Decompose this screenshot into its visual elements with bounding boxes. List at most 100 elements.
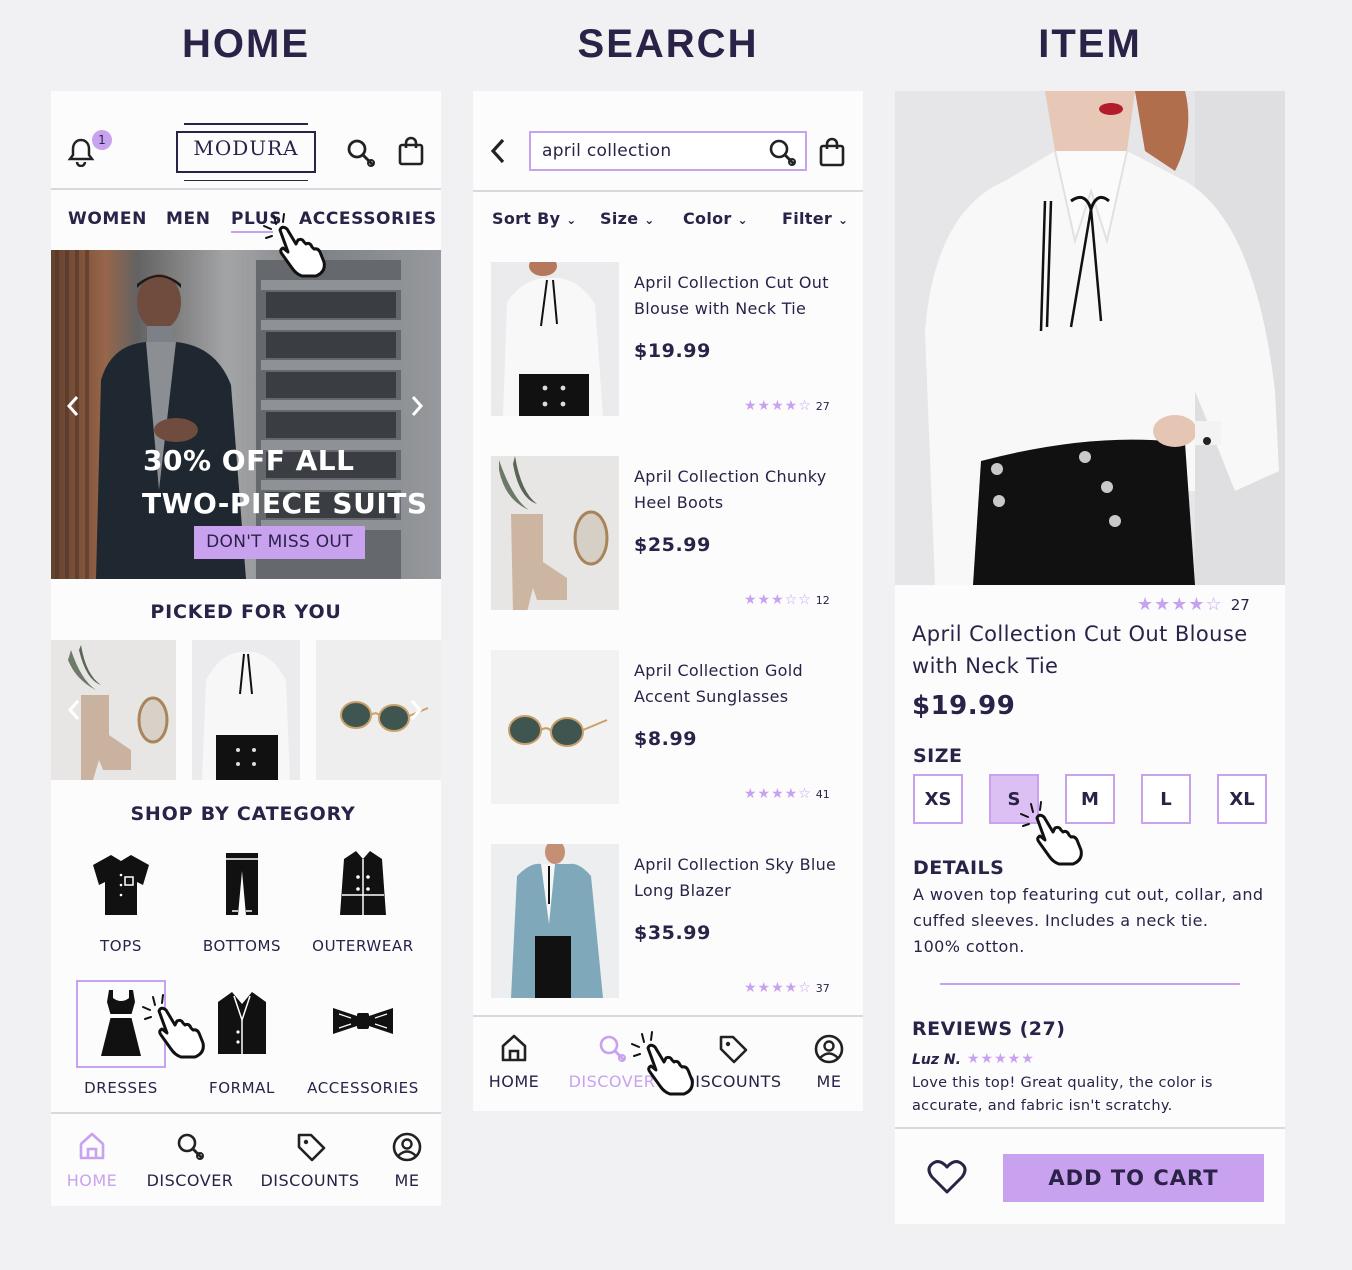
search-heading: SEARCH [577, 22, 759, 66]
dress-icon [101, 990, 141, 1056]
item-footer-divider [895, 1127, 1285, 1129]
tab-women[interactable]: WOMEN [68, 209, 147, 229]
notification-badge: 1 [92, 130, 112, 150]
result-item[interactable]: April Collection Cut Out Blouse with Nec… [473, 261, 863, 431]
color-dropdown[interactable]: Color ⌄ [683, 209, 748, 228]
shopping-bag-icon[interactable] [398, 136, 424, 166]
category-bottoms-label: BOTTOMS [202, 937, 282, 955]
result-title: April Collection Chunky Heel Boots [634, 467, 827, 512]
result-item[interactable]: April Collection Sky Blue Long Blazer $3… [473, 843, 863, 1013]
home-icon [79, 1132, 105, 1160]
add-to-cart-button[interactable]: ADD TO CART [1003, 1154, 1264, 1202]
bell-icon[interactable] [67, 137, 95, 167]
banner-cta-button[interactable]: DON'T MISS OUT [194, 526, 365, 559]
modura-logo[interactable]: MODURA [176, 121, 316, 183]
review-text-line-2: accurate, and fabric isn't scratchy. [912, 1098, 1173, 1114]
category-accessories[interactable]: ACCESSORIES [303, 980, 423, 1100]
category-tops[interactable]: TOPS [61, 847, 181, 967]
picked-item-blouse[interactable] [192, 640, 300, 780]
blazer-icon [218, 992, 266, 1054]
search-icon[interactable] [767, 137, 799, 169]
banner-prev-arrow[interactable] [65, 394, 81, 422]
nav-discounts[interactable]: DISCOUNTS [257, 1127, 363, 1197]
search-input[interactable]: april collection [542, 141, 671, 161]
size-dropdown[interactable]: Size ⌄ [600, 209, 655, 228]
coat-icon [340, 851, 386, 915]
shopping-bag-icon[interactable] [819, 137, 845, 167]
result-review-count: 37 [815, 982, 830, 995]
chevron-down-icon: ⌄ [644, 213, 655, 227]
nav-me-label: ME [816, 1072, 842, 1091]
banner-next-arrow[interactable] [409, 394, 425, 422]
result-rating: ★★★★☆ 37 [744, 980, 830, 996]
shop-by-category-title: SHOP BY CATEGORY [130, 803, 356, 825]
result-title: April Collection Cut Out Blouse with Nec… [634, 273, 829, 318]
item-review-count: 27 [1230, 596, 1250, 614]
result-rating: ★★★☆☆ 12 [744, 592, 830, 608]
review-author: Luz N. [912, 1052, 961, 1068]
picked-for-you-title: PICKED FOR YOU [150, 601, 342, 623]
color-label: Color [683, 209, 732, 228]
promo-banner[interactable]: 30% OFF ALL TWO-PIECE SUITS DON'T MISS O… [51, 250, 441, 579]
category-bottoms[interactable]: BOTTOMS [182, 847, 302, 967]
chevron-down-icon: ⌄ [566, 213, 577, 227]
nav-discounts-label: DISCOUNTS [260, 1171, 360, 1190]
profile-icon [392, 1132, 422, 1162]
nav-home-label: HOME [488, 1072, 540, 1091]
size-label: SIZE [913, 745, 963, 767]
home-screen: 1 MODURA WOMEN MEN PLUS ACCESSORIES 30% … [51, 91, 441, 1206]
search-icon[interactable] [345, 137, 377, 169]
result-item[interactable]: April Collection Gold Accent Sunglasses … [473, 649, 863, 819]
category-formal-label: FORMAL [208, 1079, 276, 1097]
wishlist-heart-icon[interactable] [927, 1159, 967, 1199]
nav-home-label: HOME [66, 1171, 118, 1190]
picked-prev-arrow[interactable] [67, 699, 81, 725]
size-label: Size [600, 209, 639, 228]
category-dresses-label: DRESSES [84, 1079, 158, 1097]
category-accessories-label: ACCESSORIES [307, 1079, 419, 1097]
home-heading: HOME [182, 22, 310, 66]
tap-hand-icon [263, 213, 326, 278]
nav-me[interactable]: ME [381, 1127, 433, 1197]
item-title-line1: April Collection Cut Out Blouse [912, 622, 1248, 646]
review-text-line-1: Love this top! Great quality, the color … [912, 1075, 1213, 1091]
banner-headline-1: 30% OFF ALL [143, 444, 355, 477]
nav-home[interactable]: HOME [473, 1031, 555, 1101]
picked-next-arrow[interactable] [409, 699, 423, 725]
result-review-count: 12 [815, 594, 830, 607]
pants-icon [226, 853, 258, 915]
review-rating: ★★★★★ [967, 1051, 1035, 1067]
size-xl-button[interactable]: XL [1217, 774, 1267, 824]
tab-men[interactable]: MEN [166, 209, 211, 229]
home-icon [501, 1034, 527, 1062]
sort-by-dropdown[interactable]: Sort By ⌄ [492, 209, 577, 228]
item-price: $19.99 [912, 691, 1016, 721]
item-screen: ★★★★☆ 27 April Collection Cut Out Blouse … [895, 91, 1285, 1224]
search-nav-divider [473, 1015, 863, 1017]
nav-home[interactable]: HOME [51, 1127, 133, 1197]
result-price: $25.99 [634, 534, 711, 556]
tag-icon [719, 1035, 748, 1064]
nav-me[interactable]: ME [803, 1031, 855, 1101]
search-box[interactable]: april collection [529, 131, 807, 171]
bowtie-icon [333, 1008, 393, 1034]
nav-discover[interactable]: DISCOVER [145, 1127, 235, 1197]
shirt-icon [93, 855, 149, 915]
item-heading: ITEM [1038, 22, 1142, 66]
result-review-count: 41 [815, 788, 830, 801]
result-image [491, 456, 619, 610]
category-outerwear[interactable]: OUTERWEAR [303, 847, 423, 967]
result-title: April Collection Gold Accent Sunglasses [634, 661, 803, 706]
tap-hand-icon [631, 1031, 694, 1096]
search-screen: april collection Sort By ⌄ Size ⌄ Color … [473, 91, 863, 1111]
size-xs-button[interactable]: XS [913, 774, 963, 824]
result-price: $8.99 [634, 728, 698, 750]
result-item[interactable]: April Collection Chunky Heel Boots $25.9… [473, 455, 863, 625]
result-price: $19.99 [634, 340, 711, 362]
size-l-button[interactable]: L [1141, 774, 1191, 824]
details-divider [940, 983, 1240, 985]
back-arrow[interactable] [489, 137, 507, 169]
result-image [491, 262, 619, 416]
category-tops-label: TOPS [100, 937, 142, 955]
filter-dropdown[interactable]: Filter ⌄ [782, 209, 848, 228]
